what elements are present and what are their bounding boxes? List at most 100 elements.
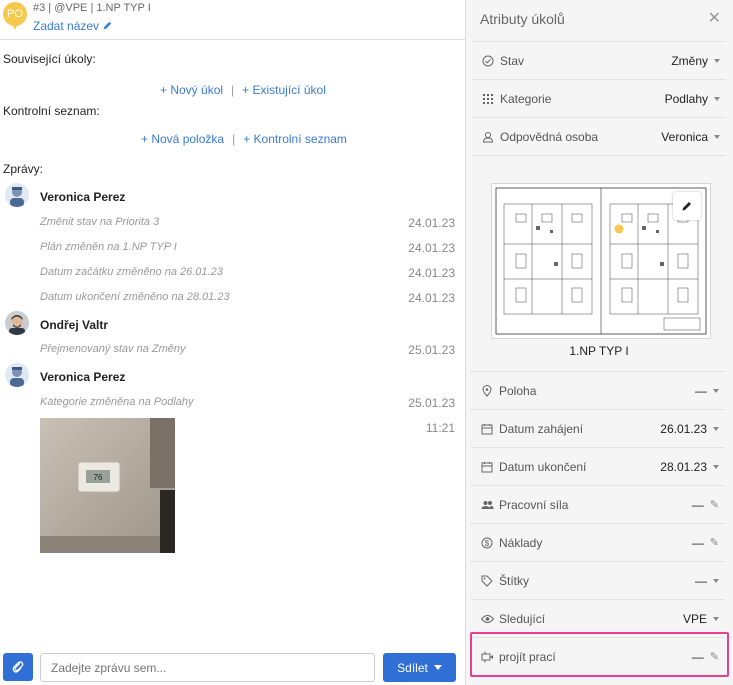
attr-row-end-date[interactable]: Datum ukončení 28.01.23 xyxy=(471,447,725,485)
check-circle-icon xyxy=(480,55,496,67)
attr-value: 26.01.23 xyxy=(660,421,707,436)
calendar-icon xyxy=(479,461,495,473)
related-tasks-label: Související úkoly: xyxy=(3,52,96,66)
attr-label: Datum zahájení xyxy=(499,421,584,436)
person-icon xyxy=(480,131,496,143)
caret-down-icon xyxy=(433,665,442,670)
message-entry: Datum začátku změněno na 26.01.23 xyxy=(40,266,223,278)
message-entry: Přejmenovaný stav na Změny xyxy=(40,343,186,355)
task-meta: #3 | @VPE | 1.NP TYP I xyxy=(33,2,151,14)
related-tasks-links: + Nový úkol | + Existující úkol xyxy=(160,83,326,97)
attr-row-status[interactable]: Stav Změny xyxy=(472,41,726,79)
tag-icon xyxy=(479,575,495,587)
attr-value: Podlahy xyxy=(664,91,708,106)
attr-label: Sledující xyxy=(499,611,546,626)
attr-value: 28.01.23 xyxy=(660,459,707,474)
chevron-down-icon xyxy=(713,388,719,393)
location-pin-icon xyxy=(479,384,495,397)
message-user-name: Veronica Perez xyxy=(40,190,126,204)
eye-icon xyxy=(479,614,495,624)
messages-label: Zprávy: xyxy=(3,162,44,176)
message-entry: Datum ukončení změněno na 28.01.23 xyxy=(40,291,230,303)
task-detail-pane: PO #3 | @VPE | 1.NP TYP I Zadat název So… xyxy=(0,0,465,685)
message-date: 24.01.23 xyxy=(408,291,455,305)
message-entry: Plán změněn na 1.NP TYP I xyxy=(40,241,177,253)
message-user-name: Veronica Perez xyxy=(40,370,126,384)
message-entry: Kategorie změněna na Podlahy xyxy=(40,396,194,408)
share-label: Sdílet xyxy=(397,660,428,675)
message-date: 24.01.23 xyxy=(408,266,455,280)
grid-icon xyxy=(480,93,496,105)
header-divider xyxy=(0,39,465,40)
edit-plan-button[interactable] xyxy=(673,192,701,220)
paperclip-icon xyxy=(12,661,24,673)
attr-label: Kategorie xyxy=(500,91,552,106)
message-date: 25.01.23 xyxy=(408,343,455,357)
attr-value: — xyxy=(691,497,704,512)
chevron-down-icon xyxy=(713,426,719,431)
chevron-down-icon xyxy=(713,616,719,621)
attr-label: Náklady xyxy=(499,535,543,550)
highlight-frame xyxy=(470,632,729,677)
attr-label: Datum ukončení xyxy=(499,459,587,474)
existing-task-link[interactable]: + Existující úkol xyxy=(242,83,326,97)
avatar xyxy=(5,183,29,207)
pencil-icon[interactable]: ✎ xyxy=(710,498,719,511)
panel-title: Atributy úkolů xyxy=(480,11,565,27)
attr-label: Stav xyxy=(500,53,525,68)
message-user-name: Ondřej Valtr xyxy=(40,318,109,332)
chevron-down-icon xyxy=(714,134,720,139)
attr-label: Štítky xyxy=(499,573,530,588)
svg-text:$: $ xyxy=(485,539,490,548)
message-date: 24.01.23 xyxy=(408,216,455,230)
add-checklist-link[interactable]: + Kontrolní seznam xyxy=(243,132,347,146)
chevron-down-icon xyxy=(714,58,720,63)
set-name-link[interactable]: Zadat název xyxy=(33,19,113,33)
attr-row-labor[interactable]: Pracovní síla — ✎ xyxy=(471,485,725,523)
divider xyxy=(472,155,726,156)
attr-label: Poloha xyxy=(499,383,537,398)
attr-value: Změny xyxy=(671,53,708,68)
photo-time: 11:21 xyxy=(425,421,455,435)
attr-value: — xyxy=(695,573,707,588)
message-input[interactable] xyxy=(40,653,375,682)
pencil-icon xyxy=(682,202,691,211)
checklist-links: + Nová položka | + Kontrolní seznam xyxy=(141,132,347,146)
checklist-label: Kontrolní seznam: xyxy=(3,104,100,118)
attr-value: Veronica xyxy=(661,129,708,144)
attached-photo[interactable]: 76 xyxy=(40,418,175,553)
attr-label: Pracovní síla xyxy=(499,497,569,512)
task-location-marker xyxy=(614,224,624,234)
attr-label: Odpovědná osoba xyxy=(500,129,599,144)
new-item-link[interactable]: + Nová položka xyxy=(141,132,224,146)
close-icon[interactable]: ✕ xyxy=(708,8,721,28)
attach-button[interactable] xyxy=(3,653,33,681)
message-date: 25.01.23 xyxy=(408,396,455,410)
attr-row-location[interactable]: Poloha — xyxy=(471,371,725,409)
attr-value: — xyxy=(691,535,704,550)
task-pin-icon: PO xyxy=(3,2,27,32)
dollar-icon: $ xyxy=(479,537,495,549)
people-icon xyxy=(479,499,495,511)
attr-value: — xyxy=(695,383,707,398)
attr-row-assignee[interactable]: Odpovědná osoba Veronica xyxy=(472,117,726,155)
pencil-icon xyxy=(104,21,112,30)
message-entry: Změnit stav na Priorita 3 xyxy=(40,216,160,228)
avatar xyxy=(5,311,29,335)
plan-name: 1.NP TYP I xyxy=(569,344,629,358)
attr-row-tags[interactable]: Štítky — xyxy=(471,561,725,599)
attr-row-costs[interactable]: $ Náklady — ✎ xyxy=(471,523,725,561)
set-name-label: Zadat název xyxy=(33,19,100,33)
message-date: 24.01.23 xyxy=(408,241,455,255)
thermostat-reading: 76 xyxy=(94,473,103,482)
share-button[interactable]: Sdílet xyxy=(383,653,456,682)
avatar xyxy=(5,363,29,387)
attr-row-start-date[interactable]: Datum zahájení 26.01.23 xyxy=(471,409,725,447)
pencil-icon[interactable]: ✎ xyxy=(710,536,719,549)
calendar-icon xyxy=(479,423,495,435)
attr-row-category[interactable]: Kategorie Podlahy xyxy=(472,79,726,117)
attr-value: VPE xyxy=(682,611,707,626)
chevron-down-icon xyxy=(714,96,720,101)
chevron-down-icon xyxy=(713,578,719,583)
new-task-link[interactable]: + Nový úkol xyxy=(160,83,223,97)
